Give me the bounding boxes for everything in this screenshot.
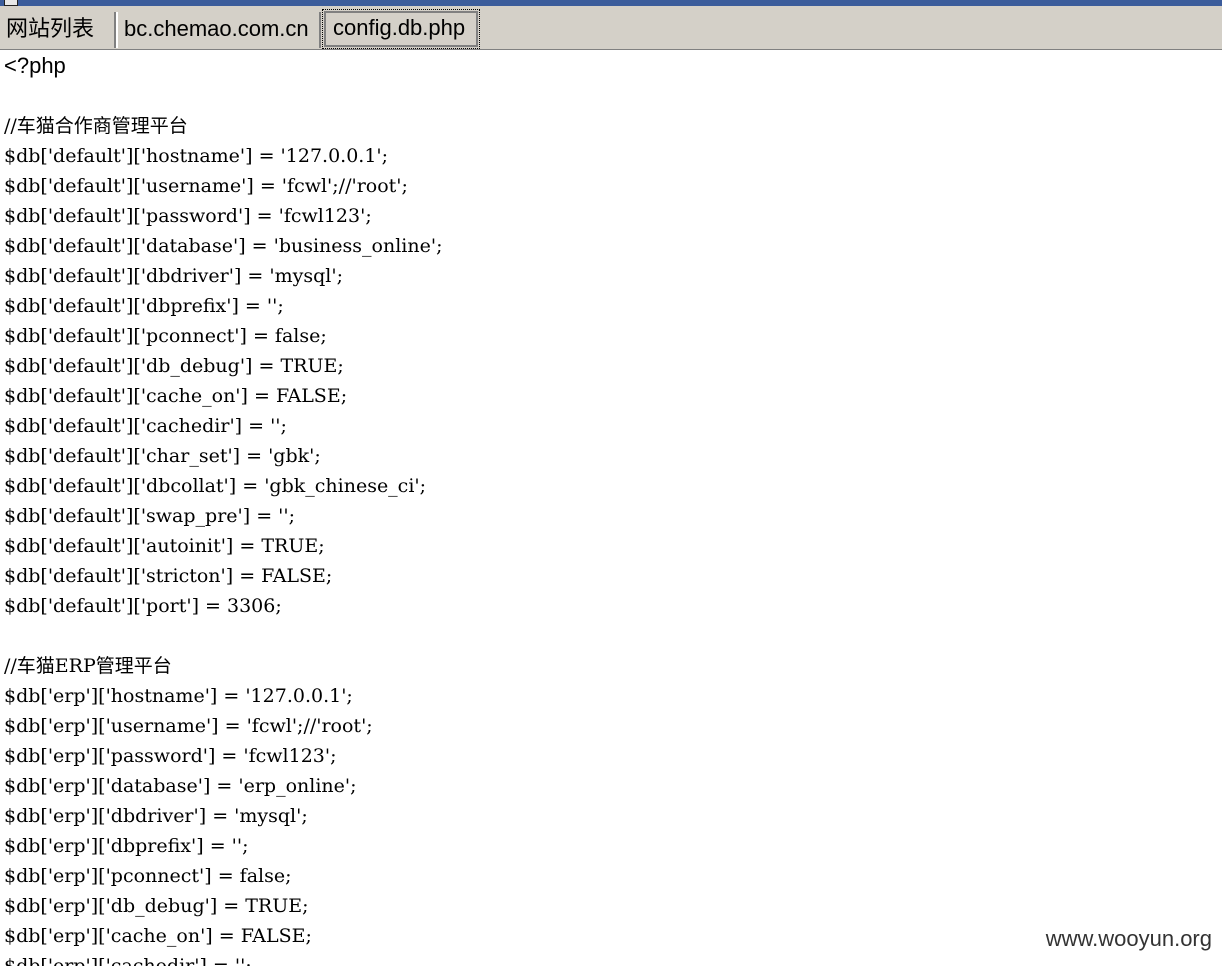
code-line: $db['erp']['cachedir'] = '';	[4, 955, 252, 966]
code-line: $db['erp']['dbdriver'] = 'mysql';	[4, 805, 308, 827]
tab-site-list[interactable]: 网站列表	[0, 12, 116, 48]
code-line: $db['default']['cache_on'] = FALSE;	[4, 385, 348, 407]
tab-domain[interactable]: bc.chemao.com.cn	[116, 12, 321, 48]
code-line: $db['default']['password'] = 'fcwl123';	[4, 205, 372, 227]
code-line: $db['default']['stricton'] = FALSE;	[4, 565, 333, 587]
tab-config-file[interactable]: config.db.php	[322, 9, 480, 49]
code-line: //车猫ERP管理平台	[4, 655, 172, 677]
code-line: $db['erp']['pconnect'] = false;	[4, 865, 292, 887]
code-line: $db['default']['swap_pre'] = '';	[4, 505, 296, 527]
code-editor[interactable]: <?php //车猫合作商管理平台 $db['default']['hostname…	[0, 51, 1222, 966]
tab-bar: 网站列表 bc.chemao.com.cn config.db.php	[0, 6, 1222, 50]
code-line: $db['default']['database'] = 'business_o…	[4, 235, 443, 257]
code-line: $db['default']['dbprefix'] = '';	[4, 295, 284, 317]
code-line: $db['default']['hostname'] = '127.0.0.1'…	[4, 145, 389, 167]
code-line: $db['default']['autoinit'] = TRUE;	[4, 535, 325, 557]
code-line: $db['default']['dbdriver'] = 'mysql';	[4, 265, 343, 287]
code-line: $db['erp']['password'] = 'fcwl123';	[4, 745, 337, 767]
code-line: $db['erp']['username'] = 'fcwl';//'root'…	[4, 715, 373, 737]
code-line: $db['default']['username'] = 'fcwl';//'r…	[4, 175, 408, 197]
code-line: $db['default']['dbcollat'] = 'gbk_chines…	[4, 475, 427, 497]
code-line: $db['default']['pconnect'] = false;	[4, 325, 327, 347]
code-line: $db['erp']['hostname'] = '127.0.0.1';	[4, 685, 353, 707]
code-line: $db['erp']['database'] = 'erp_online';	[4, 775, 357, 797]
code-line: $db['default']['char_set'] = 'gbk';	[4, 445, 321, 467]
watermark: www.wooyun.org	[1045, 926, 1212, 951]
code-line: $db['default']['cachedir'] = '';	[4, 415, 287, 437]
tab-label: bc.chemao.com.cn	[124, 16, 309, 41]
code-line: $db['erp']['dbprefix'] = '';	[4, 835, 249, 857]
code-line: $db['default']['db_debug'] = TRUE;	[4, 355, 344, 377]
code-line: $db['erp']['cache_on'] = FALSE;	[4, 925, 312, 947]
code-line: $db['default']['port'] = 3306;	[4, 595, 282, 617]
code-line: <?php	[4, 53, 66, 78]
code-line: $db['erp']['db_debug'] = TRUE;	[4, 895, 309, 917]
code-line: //车猫合作商管理平台	[4, 115, 188, 137]
tab-label: config.db.php	[333, 15, 466, 40]
tab-label: 网站列表	[6, 16, 95, 41]
